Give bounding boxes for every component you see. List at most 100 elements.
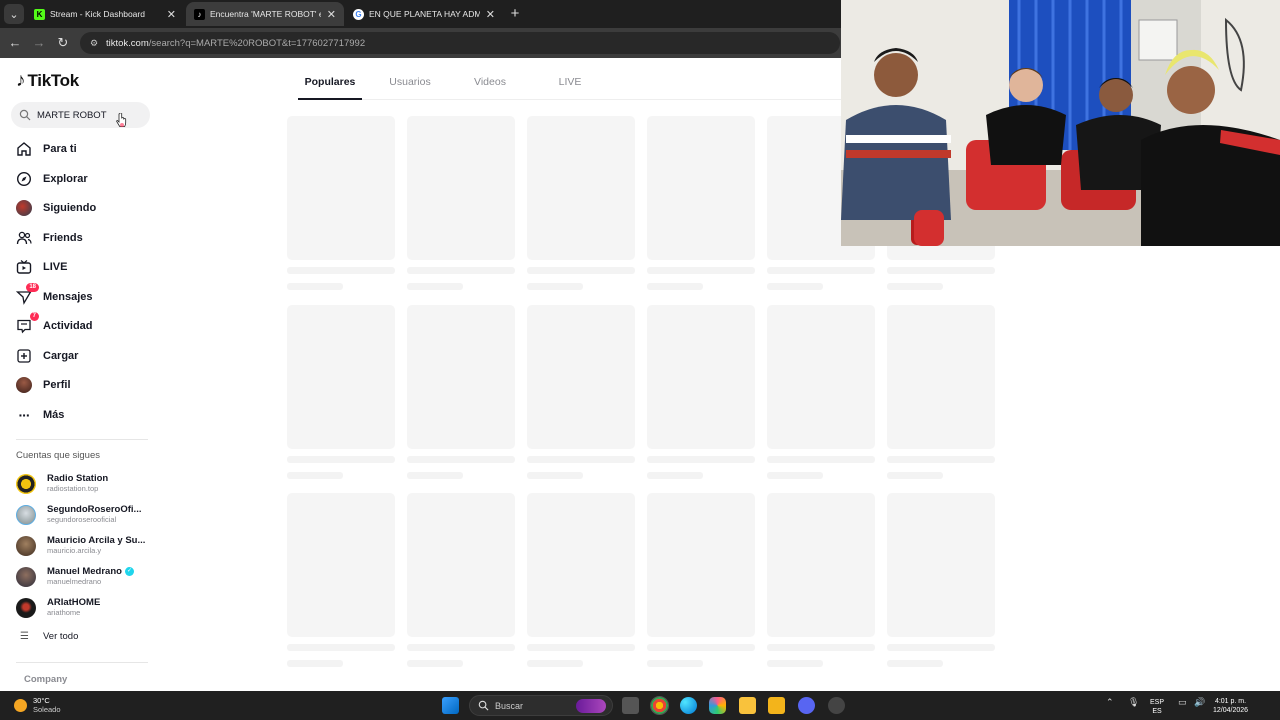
- tab-title: Stream - Kick Dashboard: [50, 9, 145, 19]
- account-handle: ariathome: [47, 608, 81, 617]
- file-explorer-icon[interactable]: [739, 697, 756, 714]
- author-skeleton: [767, 472, 823, 479]
- caption-skeleton: [887, 456, 995, 463]
- author-skeleton: [647, 472, 703, 479]
- network-icon[interactable]: ▭: [1178, 697, 1187, 708]
- video-card-skeleton: [287, 116, 395, 260]
- sidebar-item-label: Más: [43, 409, 65, 421]
- author-skeleton: [407, 472, 463, 479]
- clock[interactable]: 4:01 p. m. 12/04/2026: [1213, 697, 1248, 715]
- edge-icon[interactable]: [680, 697, 697, 714]
- tab-search-menu-button[interactable]: ⌄: [4, 4, 24, 24]
- copilot-icon[interactable]: [709, 697, 726, 714]
- caption-skeleton: [887, 644, 995, 651]
- video-card-skeleton: [287, 493, 395, 637]
- following-section-title: Cuentas que sigues: [16, 450, 100, 461]
- following-account-segundo-rosero[interactable]: SegundoRoseroOfi... segundoroserooficial: [16, 502, 156, 528]
- avatar: [16, 505, 36, 525]
- sidebar-item-actividad[interactable]: 7 Actividad: [15, 312, 155, 339]
- sidebar-item-explorar[interactable]: Explorar: [15, 166, 155, 192]
- company-link[interactable]: Company: [24, 674, 67, 685]
- following-account-ariathome[interactable]: ARIatHOME ariathome: [16, 595, 156, 621]
- profile-avatar-icon: [15, 376, 33, 394]
- browser-tab-kick[interactable]: K Stream - Kick Dashboard ✕: [26, 2, 184, 26]
- volume-icon[interactable]: 🔊: [1194, 697, 1205, 708]
- following-account-mauricio-arcila[interactable]: Mauricio Arcila y Su... mauricio.arcila.y: [16, 533, 156, 559]
- url-text: tiktok.com/search?q=MARTE%20ROBOT&t=1776…: [106, 37, 366, 49]
- following-account-radio-station[interactable]: Radio Station radiostation.top: [16, 471, 156, 497]
- caption-skeleton: [287, 456, 395, 463]
- account-name: Radio Station: [47, 473, 109, 484]
- close-icon[interactable]: ✕: [486, 8, 495, 21]
- video-card-skeleton: [527, 493, 635, 637]
- upload-icon: [15, 347, 33, 365]
- windows-start-icon[interactable]: [442, 697, 459, 714]
- app-icon[interactable]: [828, 697, 845, 714]
- search-input[interactable]: MARTE ROBOT: [11, 102, 150, 128]
- close-icon[interactable]: ✕: [327, 8, 336, 21]
- tab-populares[interactable]: Populares: [298, 76, 362, 100]
- author-skeleton: [407, 283, 463, 290]
- sidebar-item-mensajes[interactable]: 18 Mensajes: [15, 283, 155, 310]
- search-highlight-icon: [576, 698, 606, 713]
- weather-temp: 30°C: [33, 696, 50, 705]
- account-name: Manuel Medrano ✓: [47, 566, 134, 577]
- account-name: Mauricio Arcila y Su...: [47, 535, 146, 546]
- author-skeleton: [287, 660, 343, 667]
- microphone-icon[interactable]: 🎙: [1128, 697, 1139, 708]
- notification-badge: 18: [26, 283, 39, 292]
- browser-tab-google[interactable]: G EN QUE PLANETA HAY ADMOS... ✕: [345, 2, 503, 26]
- sidebar-divider: [16, 662, 148, 663]
- chrome-icon[interactable]: [650, 696, 669, 715]
- sidebar-item-siguiendo[interactable]: Siguiendo: [15, 195, 155, 221]
- caption-skeleton: [527, 644, 635, 651]
- sidebar-item-para-ti[interactable]: Para ti: [15, 136, 155, 162]
- tiktok-logo[interactable]: ♪ TikTok: [16, 70, 79, 92]
- tab-live[interactable]: LIVE: [522, 76, 618, 100]
- more-dots-icon: ···: [18, 407, 31, 423]
- tab-usuarios[interactable]: Usuarios: [362, 76, 458, 100]
- sidebar-item-friends[interactable]: Friends: [15, 225, 155, 251]
- site-info-icon[interactable]: ⚙: [88, 37, 100, 49]
- browser-tab-tiktok[interactable]: ♪ Encuentra 'MARTE ROBOT' en TikTok ✕: [186, 2, 344, 26]
- following-account-manuel-medrano[interactable]: Manuel Medrano ✓ manuelmedrano: [16, 564, 156, 590]
- avatar: [16, 474, 36, 494]
- hand-cursor-icon: [116, 113, 127, 127]
- discord-icon[interactable]: [798, 697, 815, 714]
- back-icon[interactable]: ←: [6, 34, 24, 52]
- caption-skeleton: [407, 456, 515, 463]
- caption-skeleton: [287, 644, 395, 651]
- author-skeleton: [407, 660, 463, 667]
- sidebar-item-label: Mensajes: [43, 291, 93, 303]
- forward-icon[interactable]: →: [30, 34, 48, 52]
- address-bar[interactable]: ⚙ tiktok.com/search?q=MARTE%20ROBOT&t=17…: [80, 32, 840, 54]
- task-view-icon[interactable]: [622, 697, 639, 714]
- author-skeleton: [287, 472, 343, 479]
- see-all-link[interactable]: ☰ Ver todo: [20, 631, 78, 642]
- video-card-skeleton: [647, 116, 755, 260]
- taskbar-search[interactable]: Buscar: [469, 695, 613, 716]
- reload-icon[interactable]: ↻: [54, 34, 72, 52]
- logo-text: TikTok: [27, 71, 80, 90]
- sidebar-item-label: LIVE: [43, 261, 68, 273]
- sidebar-item-mas[interactable]: ··· Más: [15, 402, 155, 428]
- weather-widget[interactable]: 30°C Soleado: [14, 696, 61, 714]
- list-icon: ☰: [20, 631, 29, 642]
- sidebar-item-label: Friends: [43, 232, 83, 244]
- store-icon[interactable]: [768, 697, 785, 714]
- tab-videos[interactable]: Videos: [458, 76, 522, 100]
- home-icon: [15, 140, 33, 158]
- language-indicator[interactable]: ESP ES: [1150, 698, 1164, 716]
- new-tab-button[interactable]: +: [507, 4, 523, 24]
- sidebar-item-label: Siguiendo: [43, 202, 97, 214]
- clock-date: 12/04/2026: [1213, 707, 1249, 714]
- author-skeleton: [287, 283, 343, 290]
- sidebar-item-cargar[interactable]: Cargar: [15, 343, 155, 369]
- tiktok-note-icon: ♪: [16, 70, 26, 91]
- tray-chevron-icon[interactable]: ⌃: [1106, 697, 1114, 708]
- video-card-skeleton: [647, 305, 755, 449]
- close-icon[interactable]: ✕: [167, 8, 176, 21]
- sidebar-item-live[interactable]: LIVE: [15, 254, 155, 280]
- sidebar-item-label: Cargar: [43, 350, 79, 362]
- sidebar-item-perfil[interactable]: Perfil: [15, 372, 155, 398]
